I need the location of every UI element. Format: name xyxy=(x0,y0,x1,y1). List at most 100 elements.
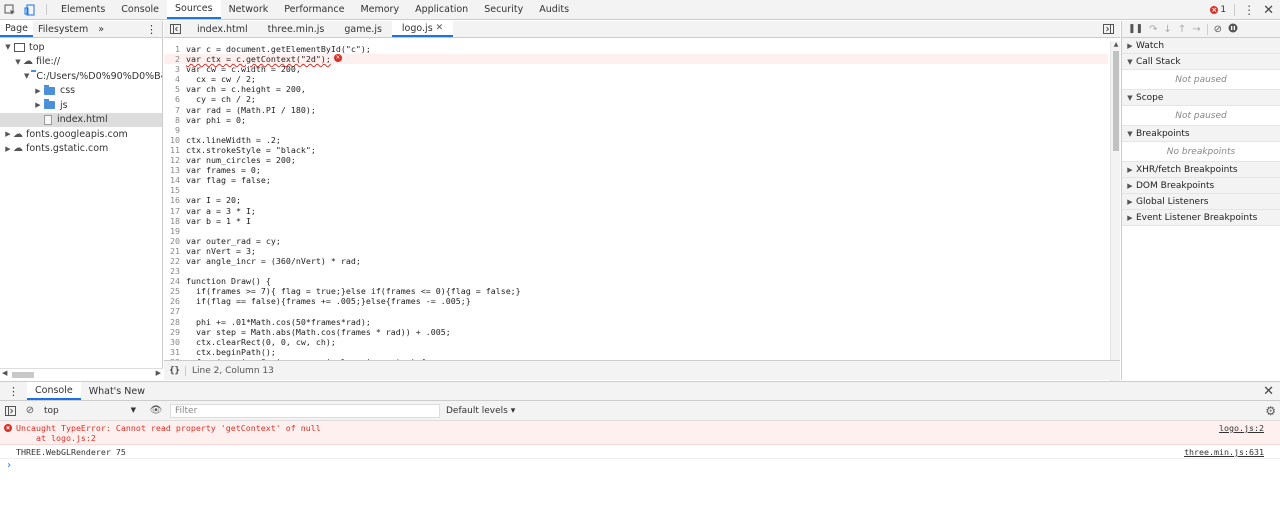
line-number[interactable]: 19 xyxy=(164,226,184,236)
close-tab-icon[interactable]: ✕ xyxy=(436,23,444,33)
tree-item[interactable]: ▶ ☁ fonts.googleapis.com xyxy=(0,127,162,142)
code-line[interactable]: 16 var I = 20; xyxy=(164,195,1108,205)
tab-page[interactable]: Page xyxy=(0,21,33,37)
expanded-arrow-icon[interactable]: ▼ xyxy=(14,58,22,66)
expanded-arrow-icon[interactable]: ▼ xyxy=(4,43,12,51)
line-number[interactable]: 27 xyxy=(164,306,184,316)
code-line[interactable]: 14 var flag = false; xyxy=(164,175,1108,185)
gear-icon[interactable]: ⚙ xyxy=(1265,404,1276,418)
line-number[interactable]: 2 xyxy=(164,54,184,64)
context-selector[interactable]: top ▼ xyxy=(40,406,140,416)
collapsed-arrow-icon[interactable]: ▶ xyxy=(4,130,12,138)
line-number[interactable]: 3 xyxy=(164,64,184,74)
scroll-left-icon[interactable]: ◀ xyxy=(2,369,7,377)
tree-item[interactable]: ▶ ☁ fonts.gstatic.com xyxy=(0,142,162,157)
tab-console[interactable]: Console xyxy=(113,0,167,19)
scroll-up-icon[interactable]: ▲ xyxy=(1111,41,1121,48)
code-line[interactable]: 4 cx = cw / 2; xyxy=(164,74,1108,84)
pretty-print-icon[interactable]: {} xyxy=(164,365,186,376)
scrollbar-thumb[interactable] xyxy=(12,372,34,378)
line-number[interactable]: 12 xyxy=(164,155,184,165)
tab-sources[interactable]: Sources xyxy=(167,0,221,19)
tab-application[interactable]: Application xyxy=(407,0,476,19)
tree-item[interactable]: ▶ css xyxy=(0,84,162,99)
tab-security[interactable]: Security xyxy=(476,0,531,19)
navigator-hscrollbar[interactable]: ◀ ▶ xyxy=(0,368,163,380)
section-event-listener-breakpoints[interactable]: ▶ Event Listener Breakpoints xyxy=(1122,210,1280,226)
code-line[interactable]: 15 xyxy=(164,185,1108,195)
pause-icon[interactable]: ❚❚ xyxy=(1128,24,1143,34)
section-dom-breakpoints[interactable]: ▶ DOM Breakpoints xyxy=(1122,178,1280,194)
code-line[interactable]: 25 if(frames >= 7){ flag = true;}else if… xyxy=(164,286,1108,296)
code-line[interactable]: 28 phi += .01*Math.cos(50*frames*rad); xyxy=(164,317,1108,327)
clear-console-icon[interactable]: ⊘ xyxy=(20,405,40,416)
code-line[interactable]: 8 var phi = 0; xyxy=(164,115,1108,125)
line-number[interactable]: 29 xyxy=(164,327,184,337)
code-line[interactable]: 9 xyxy=(164,125,1108,135)
line-number[interactable]: 31 xyxy=(164,347,184,357)
code-line[interactable]: 19 xyxy=(164,226,1108,236)
tree-item[interactable]: ▼ top xyxy=(0,40,162,55)
step-icon[interactable]: → xyxy=(1192,24,1200,35)
close-devtools-icon[interactable]: ✕ xyxy=(1263,3,1274,18)
line-number[interactable]: 26 xyxy=(164,296,184,306)
code-line[interactable]: 7 var rad = (Math.PI / 180); xyxy=(164,105,1108,115)
line-number[interactable]: 25 xyxy=(164,286,184,296)
code-editor[interactable]: 1 var c = document.getElementById("c"); 2 v… xyxy=(164,41,1108,381)
code-line[interactable]: 20 var outer_rad = cy; xyxy=(164,236,1108,246)
line-number[interactable]: 21 xyxy=(164,246,184,256)
tab-performance[interactable]: Performance xyxy=(276,0,352,19)
code-line[interactable]: 29 var step = Math.abs(Math.cos(frames *… xyxy=(164,327,1108,337)
more-tabs-button[interactable]: » xyxy=(93,21,109,37)
code-line[interactable]: 6 cy = ch / 2; xyxy=(164,94,1108,104)
tab-memory[interactable]: Memory xyxy=(352,0,407,19)
code-line[interactable]: 21 var nVert = 3; xyxy=(164,246,1108,256)
message-source-link[interactable]: three.min.js:631 xyxy=(1184,447,1264,457)
line-number[interactable]: 16 xyxy=(164,195,184,205)
section-scope[interactable]: ▼ Scope xyxy=(1122,90,1280,106)
code-line[interactable]: 5 var ch = c.height = 200, xyxy=(164,84,1108,94)
line-number[interactable]: 15 xyxy=(164,185,184,195)
editor-vscrollbar[interactable]: ▲ ▼ xyxy=(1110,41,1120,381)
code-line[interactable]: 26 if(flag == false){frames += .005;}els… xyxy=(164,296,1108,306)
line-number[interactable]: 1 xyxy=(164,44,184,54)
code-line[interactable]: 3 var cw = c.width = 200, xyxy=(164,64,1108,74)
tab-whats-new[interactable]: What's New xyxy=(81,382,153,400)
code-line[interactable]: 30 ctx.clearRect(0, 0, cw, ch); xyxy=(164,337,1108,347)
line-number[interactable]: 18 xyxy=(164,216,184,226)
collapsed-arrow-icon[interactable]: ▶ xyxy=(34,87,42,95)
section-global-listeners[interactable]: ▶ Global Listeners xyxy=(1122,194,1280,210)
line-number[interactable]: 20 xyxy=(164,236,184,246)
line-number[interactable]: 14 xyxy=(164,175,184,185)
tab-audits[interactable]: Audits xyxy=(531,0,577,19)
line-number[interactable]: 11 xyxy=(164,145,184,155)
code-line[interactable]: 23 xyxy=(164,266,1108,276)
section-xhr-fetch-breakpoints[interactable]: ▶ XHR/fetch Breakpoints xyxy=(1122,162,1280,178)
line-number[interactable]: 28 xyxy=(164,317,184,327)
editor-tab[interactable]: three.min.js xyxy=(258,21,335,37)
device-toolbar-icon[interactable] xyxy=(20,0,40,19)
code-line[interactable]: 12 var num_circles = 200; xyxy=(164,155,1108,165)
error-counter[interactable]: × 1 xyxy=(1210,5,1226,15)
inspect-element-icon[interactable] xyxy=(0,0,20,19)
scrollbar-thumb[interactable] xyxy=(1113,51,1119,151)
toggle-navigator-icon[interactable] xyxy=(164,21,187,37)
code-line[interactable]: 13 var frames = 0; xyxy=(164,165,1108,175)
deactivate-breakpoints-icon[interactable]: ⊘ xyxy=(1214,24,1222,35)
tab-console[interactable]: Console xyxy=(27,382,81,400)
more-options-icon[interactable]: ⋮ xyxy=(1243,3,1255,17)
collapsed-arrow-icon[interactable]: ▶ xyxy=(34,101,42,109)
editor-tab[interactable]: logo.js ✕ xyxy=(391,21,454,37)
line-number[interactable]: 9 xyxy=(164,125,184,135)
error-marker-icon[interactable]: × xyxy=(333,54,342,63)
log-levels-dropdown[interactable]: Default levels ▾ xyxy=(446,406,515,416)
line-number[interactable]: 7 xyxy=(164,105,184,115)
code-line[interactable]: 17 var a = 3 * I; xyxy=(164,206,1108,216)
line-number[interactable]: 23 xyxy=(164,266,184,276)
show-sidebar-icon[interactable] xyxy=(0,405,20,416)
line-number[interactable]: 8 xyxy=(164,115,184,125)
tab-network[interactable]: Network xyxy=(221,0,277,19)
line-number[interactable]: 4 xyxy=(164,74,184,84)
navigator-menu-icon[interactable]: ⋮ xyxy=(141,21,162,37)
editor-tab[interactable]: game.js xyxy=(334,21,392,37)
